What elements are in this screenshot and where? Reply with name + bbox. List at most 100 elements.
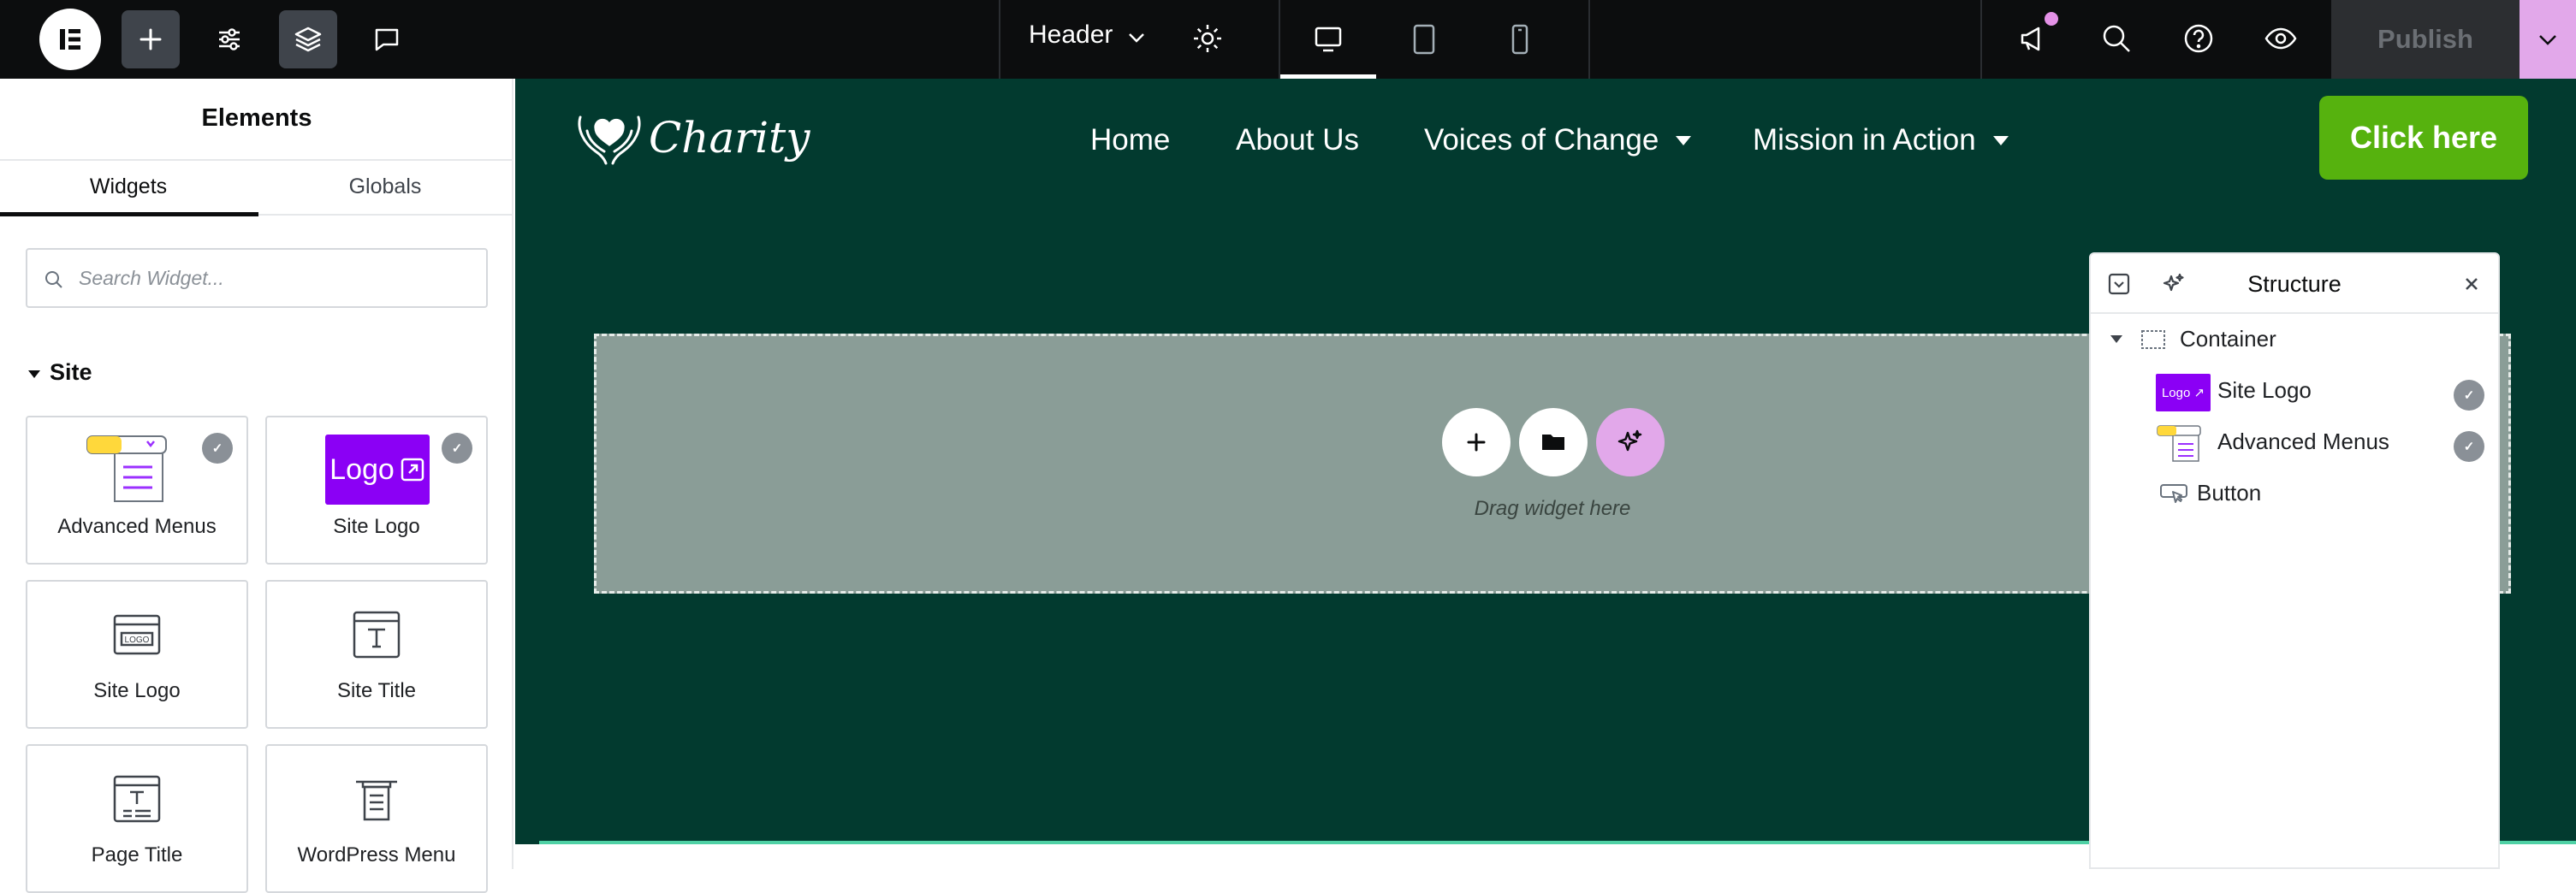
caret-down-icon xyxy=(1676,136,1692,145)
tab-globals[interactable]: Globals xyxy=(257,174,513,199)
nav-label: Home xyxy=(1090,123,1171,157)
structure-panel: Structure Container Logo ↗ Site Logo Adv… xyxy=(2089,252,2500,869)
advanced-menus-icon xyxy=(2157,425,2201,462)
item-label: Button xyxy=(2197,480,2262,506)
help-icon[interactable] xyxy=(2181,21,2217,56)
item-label: Advanced Menus xyxy=(2217,429,2389,454)
site-logo[interactable]: Charity xyxy=(575,99,810,176)
caret-down-icon xyxy=(28,370,40,378)
logo-tile-icon: Logo xyxy=(325,435,430,505)
comments-button[interactable] xyxy=(358,10,416,68)
elements-panel: Elements Widgets Globals Site ✓ Advanced… xyxy=(0,79,513,893)
svg-text:LOGO: LOGO xyxy=(125,636,150,645)
add-element-button[interactable] xyxy=(122,10,180,68)
structure-title: Structure xyxy=(2247,271,2342,297)
close-icon[interactable] xyxy=(2459,271,2484,297)
plus-icon xyxy=(1467,433,1486,452)
active-tab-indicator xyxy=(0,212,258,216)
item-label: Site Logo xyxy=(2217,377,2312,403)
widget-label: Advanced Menus xyxy=(57,515,217,538)
nav-about-us[interactable]: About Us xyxy=(1236,123,1359,157)
button-icon xyxy=(2160,484,2187,503)
site-settings-button[interactable] xyxy=(200,10,258,68)
widget-site-title[interactable]: Site Title xyxy=(265,580,488,729)
widget-label: WordPress Menu xyxy=(297,843,456,866)
divider xyxy=(1980,0,1982,79)
add-template-button[interactable] xyxy=(1519,408,1588,476)
elementor-logo[interactable] xyxy=(39,9,101,70)
ai-generate-button[interactable] xyxy=(1596,408,1665,476)
pro-badge: ✓ xyxy=(202,433,233,464)
publish-button[interactable]: Publish xyxy=(2331,0,2520,79)
publish-options-button[interactable] xyxy=(2520,0,2576,79)
desktop-view-button[interactable] xyxy=(1280,0,1376,79)
folder-icon xyxy=(1542,435,1564,450)
logo-thumb-icon: Logo ↗ xyxy=(2156,374,2211,411)
widget-wordpress-menu[interactable]: WordPress Menu xyxy=(265,744,488,893)
mobile-icon xyxy=(1511,24,1528,55)
logo-tile-text: Logo xyxy=(329,452,395,486)
search-input[interactable] xyxy=(77,257,471,299)
nav-label: About Us xyxy=(1236,123,1359,157)
caret-down-icon xyxy=(2110,335,2122,343)
search-icon xyxy=(45,271,62,288)
add-container-button[interactable] xyxy=(1442,408,1511,476)
divider xyxy=(0,159,513,161)
widget-label: Site Logo xyxy=(93,679,181,702)
pro-badge: ✓ xyxy=(2454,431,2484,462)
widget-site-logo-pro[interactable]: Logo ✓ Site Logo xyxy=(265,416,488,565)
tab-widgets[interactable]: Widgets xyxy=(0,174,257,199)
tablet-icon xyxy=(1413,24,1435,55)
nav-home[interactable]: Home xyxy=(1090,123,1170,157)
category-site[interactable]: Site xyxy=(26,359,92,386)
widget-search[interactable] xyxy=(26,248,488,308)
widget-advanced-menus[interactable]: ✓ Advanced Menus xyxy=(26,416,248,565)
gear-icon[interactable] xyxy=(1190,21,1226,56)
site-logo-icon: LOGO xyxy=(113,614,161,655)
preview-eye-icon[interactable] xyxy=(2263,21,2299,56)
advanced-menus-icon xyxy=(86,435,167,502)
structure-item-site-logo[interactable]: Logo ↗ Site Logo xyxy=(2091,365,2498,417)
container-icon xyxy=(2141,330,2165,349)
nav-label: Mission in Action xyxy=(1753,123,1976,157)
chevron-down-icon[interactable] xyxy=(1123,24,1150,51)
panel-title: Elements xyxy=(201,104,312,132)
structure-button[interactable] xyxy=(279,10,337,68)
chevron-down-icon xyxy=(2539,35,2556,45)
widget-page-title[interactable]: Page Title xyxy=(26,744,248,893)
site-title-icon xyxy=(353,611,401,659)
tablet-view-button[interactable] xyxy=(1376,0,1472,79)
widget-label: Site Title xyxy=(336,679,417,702)
megaphone-icon[interactable] xyxy=(2016,21,2052,56)
widget-label: Site Logo xyxy=(333,515,420,538)
sparkle-icon xyxy=(1617,429,1642,452)
divider xyxy=(999,0,1000,79)
pro-badge: ✓ xyxy=(442,433,472,464)
caret-down-icon xyxy=(1992,136,2009,145)
structure-item-button[interactable]: Button xyxy=(2091,468,2498,519)
cta-button[interactable]: Click here xyxy=(2319,96,2528,180)
desktop-icon xyxy=(1315,27,1342,52)
elementor-icon xyxy=(60,29,80,50)
plus-icon xyxy=(139,28,162,50)
structure-item-container[interactable]: Container xyxy=(2091,314,2498,365)
category-label: Site xyxy=(50,359,92,385)
structure-header: Structure xyxy=(2091,254,2498,314)
search-icon[interactable] xyxy=(2098,21,2134,56)
external-link-icon xyxy=(401,458,424,482)
structure-item-advanced-menus[interactable]: Advanced Menus xyxy=(2091,417,2498,468)
document-title[interactable]: Header xyxy=(1029,21,1113,50)
logo-text: Charity xyxy=(649,113,810,163)
divider xyxy=(1588,0,1590,79)
notification-dot xyxy=(2045,12,2058,26)
page-title-icon xyxy=(113,775,161,823)
widget-site-logo[interactable]: LOGO Site Logo xyxy=(26,580,248,729)
nav-label: Voices of Change xyxy=(1424,123,1659,157)
item-label: Container xyxy=(2180,326,2276,352)
nav-voices-of-change[interactable]: Voices of Change xyxy=(1424,123,1695,157)
sliders-icon xyxy=(219,28,240,50)
nav-mission-in-action[interactable]: Mission in Action xyxy=(1753,123,2012,157)
mobile-view-button[interactable] xyxy=(1472,0,1568,79)
pro-badge: ✓ xyxy=(2454,380,2484,411)
editor-topbar: Header Publish xyxy=(0,0,2576,79)
